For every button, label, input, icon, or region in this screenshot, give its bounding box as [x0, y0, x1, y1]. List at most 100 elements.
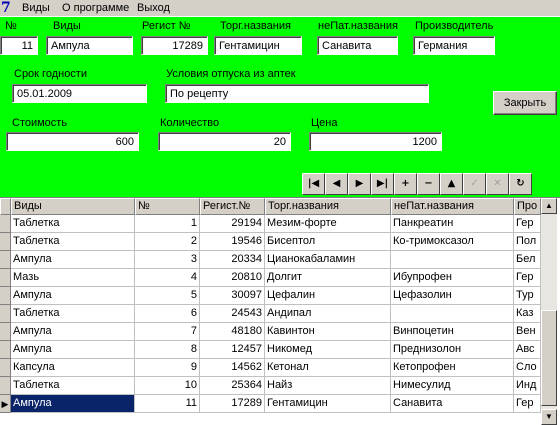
cell-num[interactable]: 10	[135, 377, 200, 395]
cell-maker[interactable]: Тур	[514, 287, 541, 305]
cell-vid[interactable]: Ампула	[11, 395, 135, 413]
table-row[interactable]: Мазь 4 20810 Долгит Ибупрофен Гер	[0, 269, 541, 287]
nav-delete-button[interactable]: −	[417, 173, 440, 195]
cell-num[interactable]: 9	[135, 359, 200, 377]
cell-maker[interactable]: Вен	[514, 323, 541, 341]
trade-name-field[interactable]: Гентамицин	[214, 36, 302, 55]
cell-maker[interactable]: Гер	[514, 215, 541, 233]
nepat-name-field[interactable]: Санавита	[317, 36, 398, 55]
nav-edit-button[interactable]: ▲	[440, 173, 463, 195]
cell-nepat[interactable]: Нимесулид	[391, 377, 514, 395]
cell-trade[interactable]: Найз	[265, 377, 391, 395]
row-indicator[interactable]	[0, 287, 11, 305]
conditions-field[interactable]: По рецепту	[165, 84, 429, 103]
column-header-maker[interactable]: Про	[514, 198, 541, 215]
scroll-thumb[interactable]	[541, 310, 557, 406]
cell-regnum[interactable]: 20334	[200, 251, 265, 269]
cell-nepat[interactable]	[391, 305, 514, 323]
cell-maker[interactable]: Сло	[514, 359, 541, 377]
cell-regnum[interactable]: 14562	[200, 359, 265, 377]
table-row[interactable]: Таблетка 6 24543 Андипал Каз	[0, 305, 541, 323]
cell-regnum[interactable]: 19546	[200, 233, 265, 251]
cell-nepat[interactable]: Санавита	[391, 395, 514, 413]
close-button[interactable]: Закрыть	[493, 91, 557, 115]
cell-vid[interactable]: Ампула	[11, 341, 135, 359]
cell-vid[interactable]: Таблетка	[11, 215, 135, 233]
cell-regnum[interactable]: 25364	[200, 377, 265, 395]
cell-num[interactable]: 8	[135, 341, 200, 359]
cell-regnum[interactable]: 48180	[200, 323, 265, 341]
table-row[interactable]: Таблетка 10 25364 Найз Нимесулид Инд	[0, 377, 541, 395]
nav-prior-button[interactable]: ◀	[325, 173, 348, 195]
cell-regnum[interactable]: 30097	[200, 287, 265, 305]
cell-nepat[interactable]: Панкреатин	[391, 215, 514, 233]
nav-refresh-button[interactable]: ↻	[509, 173, 532, 195]
cell-maker[interactable]: Авс	[514, 341, 541, 359]
scroll-down-icon[interactable]: ▼	[541, 409, 557, 425]
cell-trade[interactable]: Бисептол	[265, 233, 391, 251]
cell-nepat[interactable]: Кетопрофен	[391, 359, 514, 377]
cell-maker[interactable]: Бел	[514, 251, 541, 269]
expiry-field[interactable]: 05.01.2009	[12, 84, 147, 103]
cell-vid[interactable]: Капсула	[11, 359, 135, 377]
cell-regnum[interactable]: 12457	[200, 341, 265, 359]
menu-vidy[interactable]: Виды	[22, 1, 50, 15]
column-header-trade[interactable]: Торг.названия	[265, 198, 391, 215]
cell-nepat[interactable]: Цефазолин	[391, 287, 514, 305]
cell-nepat[interactable]: Преднизолон	[391, 341, 514, 359]
nav-next-button[interactable]: ▶	[348, 173, 371, 195]
row-indicator[interactable]	[0, 305, 11, 323]
cell-vid[interactable]: Ампула	[11, 323, 135, 341]
num-field[interactable]: 11	[0, 36, 38, 55]
cell-trade[interactable]: Долгит	[265, 269, 391, 287]
table-row[interactable]: Таблетка 1 29194 Мезим-форте Панкреатин Гер	[0, 215, 541, 233]
cell-maker[interactable]: Пол	[514, 233, 541, 251]
table-row[interactable]: Таблетка 2 19546 Бисептол Ко-тримоксазол Пол	[0, 233, 541, 251]
table-row[interactable]: ▶ Ампула 11 17289 Гентамицин Санавита Гер	[0, 395, 541, 413]
table-row[interactable]: Ампула 5 30097 Цефалин Цефазолин Тур	[0, 287, 541, 305]
qty-field[interactable]: 20	[158, 132, 291, 151]
nav-cancel-button[interactable]: ✕	[486, 173, 509, 195]
nav-insert-button[interactable]: +	[394, 173, 417, 195]
cost-field[interactable]: 600	[6, 132, 139, 151]
table-row[interactable]: Ампула 3 20334 Цианокабаламин Бел	[0, 251, 541, 269]
row-indicator[interactable]	[0, 233, 11, 251]
row-indicator[interactable]	[0, 377, 11, 395]
cell-nepat[interactable]: Винпоцетин	[391, 323, 514, 341]
cell-maker[interactable]: Гер	[514, 269, 541, 287]
cell-num[interactable]: 3	[135, 251, 200, 269]
cell-num[interactable]: 6	[135, 305, 200, 323]
nav-first-button[interactable]: |◀	[302, 173, 325, 195]
row-indicator[interactable]	[0, 215, 11, 233]
row-indicator[interactable]	[0, 269, 11, 287]
table-row[interactable]: Ампула 7 48180 Кавинтон Винпоцетин Вен	[0, 323, 541, 341]
cell-trade[interactable]: Гентамицин	[265, 395, 391, 413]
vertical-scrollbar[interactable]: ▲ ▼	[541, 198, 557, 425]
cell-num[interactable]: 11	[135, 395, 200, 413]
table-row[interactable]: Капсула 9 14562 Кетонал Кетопрофен Сло	[0, 359, 541, 377]
cell-nepat[interactable]: Ибупрофен	[391, 269, 514, 287]
cell-num[interactable]: 2	[135, 233, 200, 251]
cell-vid[interactable]: Таблетка	[11, 233, 135, 251]
cell-maker[interactable]: Гер	[514, 395, 541, 413]
vid-field[interactable]: Ампула	[46, 36, 133, 55]
menu-exit[interactable]: Выход	[137, 1, 170, 15]
row-indicator[interactable]	[0, 323, 11, 341]
cell-trade[interactable]: Кетонал	[265, 359, 391, 377]
column-header-num[interactable]: №	[135, 198, 200, 215]
cell-num[interactable]: 4	[135, 269, 200, 287]
row-indicator[interactable]	[0, 341, 11, 359]
cell-trade[interactable]: Цефалин	[265, 287, 391, 305]
cell-nepat[interactable]: Ко-тримоксазол	[391, 233, 514, 251]
regnum-field[interactable]: 17289	[141, 36, 208, 55]
cell-nepat[interactable]	[391, 251, 514, 269]
column-header-regnum[interactable]: Регист.№	[200, 198, 265, 215]
cell-trade[interactable]: Мезим-форте	[265, 215, 391, 233]
column-header-vid[interactable]: Виды	[11, 198, 135, 215]
cell-vid[interactable]: Ампула	[11, 251, 135, 269]
cell-trade[interactable]: Цианокабаламин	[265, 251, 391, 269]
cell-maker[interactable]: Инд	[514, 377, 541, 395]
menu-about[interactable]: О программе	[62, 1, 129, 15]
cell-vid[interactable]: Таблетка	[11, 305, 135, 323]
nav-last-button[interactable]: ▶|	[371, 173, 394, 195]
